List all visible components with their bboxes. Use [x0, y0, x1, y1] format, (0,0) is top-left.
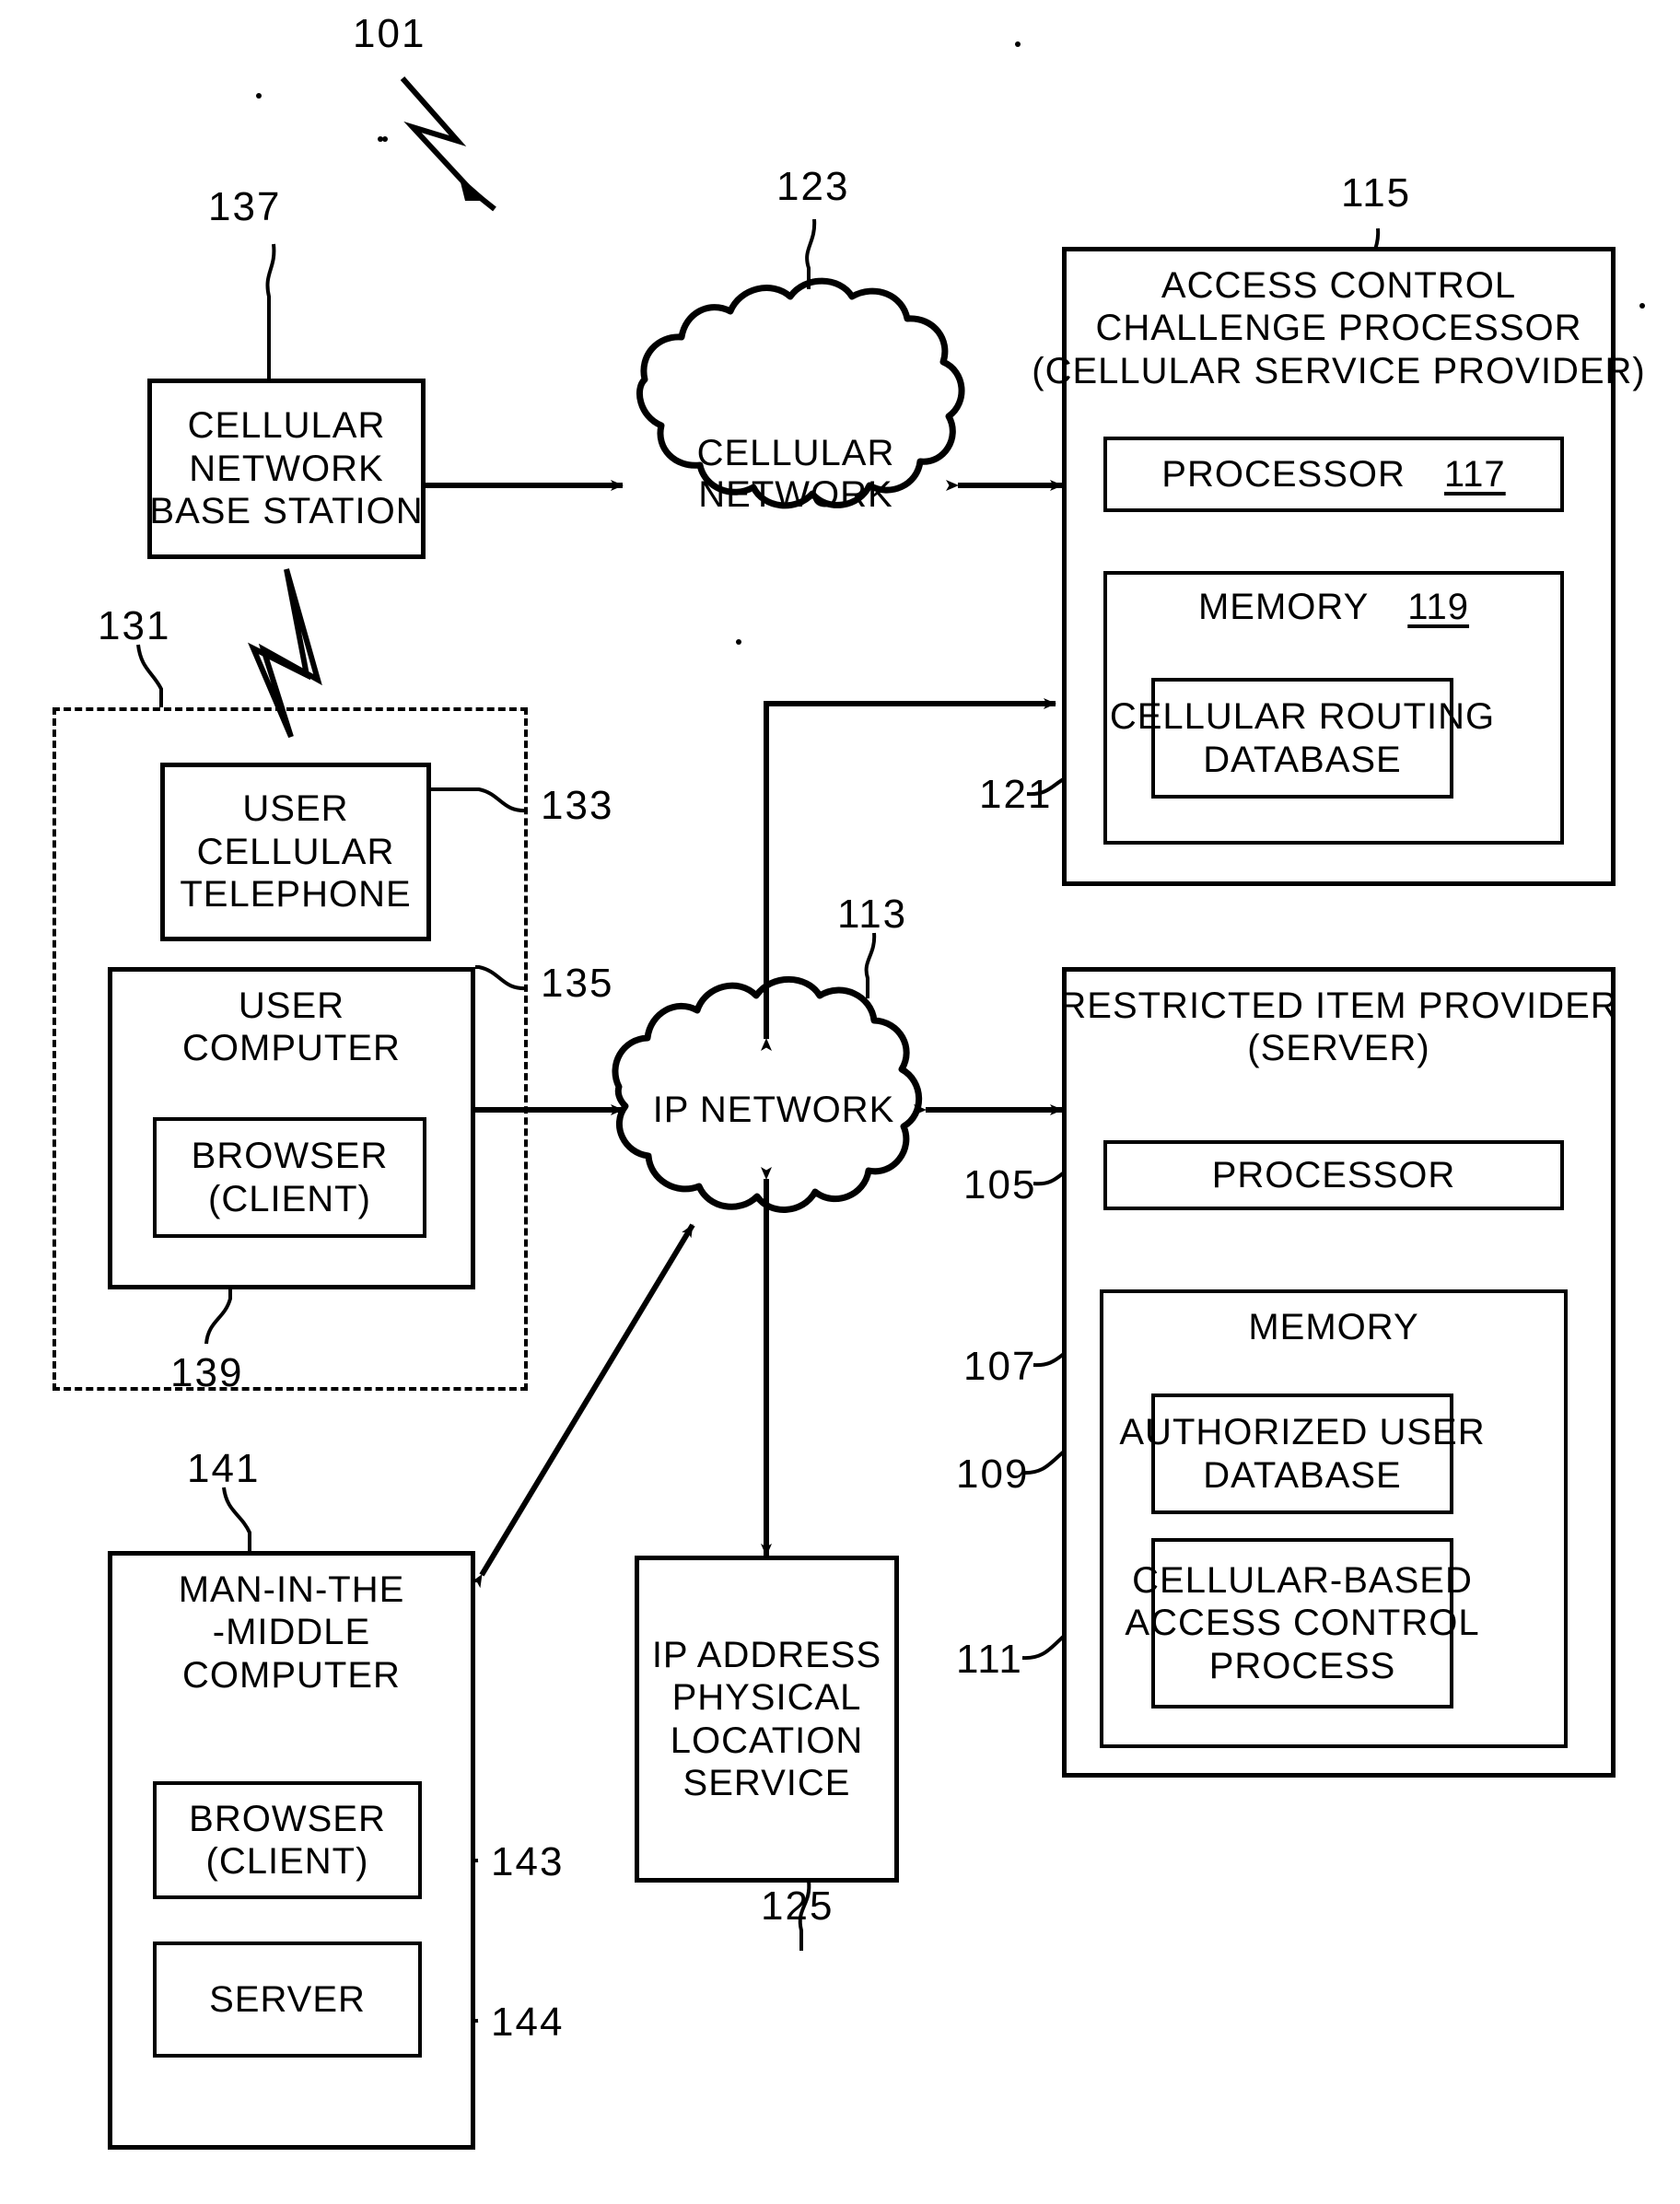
iplocsvc-line-2: PHYSICAL [671, 1677, 862, 1719]
cellular-routing-db-line-1: CELLULAR ROUTING [1109, 696, 1496, 738]
ref-141: 141 [187, 1446, 261, 1491]
ref-135: 135 [541, 961, 614, 1006]
leader-141 [222, 1487, 251, 1551]
user-browser-line-1: BROWSER [191, 1136, 389, 1177]
acp-processor-ref: 117 [1443, 453, 1506, 495]
ref-111: 111 [956, 1637, 1023, 1682]
patent-figure-page: 101 137 123 115 131 133 135 139 113 103 … [0, 0, 1680, 2204]
rip-line-1: RESTRICTED ITEM PROVIDER [1059, 985, 1618, 1026]
rip-processor-label: PROCESSOR [1211, 1154, 1456, 1195]
ref-123: 123 [776, 164, 850, 209]
leader-137 [265, 243, 276, 379]
mitm-browser-client-box[interactable]: BROWSER (CLIENT) [153, 1781, 422, 1899]
ref-125: 125 [761, 1883, 834, 1929]
rip-memory-label: MEMORY [1248, 1307, 1419, 1347]
mitm-browser-line-2: (CLIENT) [205, 1841, 369, 1882]
mitm-line-3: COMPUTER [182, 1654, 401, 1696]
ip-address-physical-location-service-box[interactable]: IP ADDRESS PHYSICAL LOCATION SERVICE [635, 1556, 899, 1883]
ref-115: 115 [1341, 170, 1412, 216]
ref-131: 131 [98, 603, 171, 648]
user-cellular-telephone-line-1: USER [242, 788, 349, 830]
acp-processor-label: PROCESSOR [1161, 453, 1406, 495]
cellular-routing-db-line-2: DATABASE [1203, 739, 1402, 780]
acp-line-2: CHALLENGE PROCESSOR [1095, 308, 1582, 349]
cbacp-line-3: PROCESS [1208, 1645, 1396, 1686]
cellular-routing-database-box[interactable]: CELLULAR ROUTING DATABASE [1110, 678, 1494, 799]
user-cellular-telephone-box[interactable]: USER CELLULAR TELEPHONE [160, 763, 431, 941]
ip-network-cloud-line-1: IP NETWORK [652, 1090, 895, 1130]
mitm-line-2: -MIDDLE [212, 1612, 371, 1653]
ref-113: 113 [837, 892, 908, 937]
leader-113 [864, 932, 877, 998]
user-cellular-telephone-line-2: CELLULAR [196, 831, 395, 872]
cellular-network-cloud-line-1: CELLULAR [696, 433, 895, 473]
authorized-user-database-box[interactable]: AUTHORIZED USER DATABASE [1119, 1394, 1485, 1514]
acp-memory-label: MEMORY [1197, 587, 1370, 627]
cellular-network-cloud-line-2: NETWORK [698, 474, 893, 515]
ref-143: 143 [491, 1839, 565, 1884]
ref-133: 133 [541, 783, 614, 828]
mitm-server-box[interactable]: SERVER [153, 1942, 422, 2058]
cellular-network-base-station-box[interactable]: CELLULAR NETWORK BASE STATION [147, 379, 426, 559]
ref-109: 109 [956, 1452, 1030, 1497]
acp-processor-box[interactable]: PROCESSOR 117 [1103, 437, 1564, 512]
figure-pointer-101 [400, 76, 472, 192]
acp-line-3: (CELLULAR SERVICE PROVIDER) [1032, 350, 1646, 391]
mitm-line-1: MAN-IN-THE [178, 1569, 405, 1610]
base-station-line-3: BASE STATION [149, 491, 424, 532]
rip-processor-box[interactable]: PROCESSOR [1103, 1140, 1564, 1210]
user-browser-line-2: (CLIENT) [208, 1178, 371, 1219]
user-computer-line-1: USER [238, 985, 345, 1026]
cellular-network-cloud-label: CELLULAR NETWORK [645, 433, 947, 516]
cbacp-line-1: CELLULAR-BASED [1132, 1559, 1473, 1601]
ip-network-cloud-label: IP NETWORK [623, 1090, 925, 1131]
base-station-line-1: CELLULAR [187, 405, 386, 447]
ref-137: 137 [208, 184, 282, 229]
rip-line-2: (SERVER) [1247, 1028, 1430, 1069]
user-computer-line-2: COMPUTER [182, 1028, 401, 1069]
user-cellular-telephone-line-3: TELEPHONE [180, 874, 412, 915]
ref-121: 121 [979, 772, 1053, 817]
ref-107: 107 [963, 1344, 1037, 1389]
user-browser-client-box[interactable]: BROWSER (CLIENT) [153, 1117, 426, 1238]
mitm-browser-line-1: BROWSER [189, 1798, 386, 1839]
cellular-based-access-control-process-box[interactable]: CELLULAR-BASED ACCESS CONTROL PROCESS [1125, 1538, 1479, 1708]
iplocsvc-line-3: LOCATION [670, 1720, 864, 1761]
base-station-line-2: NETWORK [189, 448, 384, 489]
cbacp-line-2: ACCESS CONTROL [1125, 1603, 1480, 1644]
authorized-user-db-line-1: AUTHORIZED USER [1119, 1412, 1486, 1453]
ref-101: 101 [353, 11, 426, 56]
acp-line-1: ACCESS CONTROL [1161, 265, 1517, 306]
iplocsvc-line-1: IP ADDRESS [651, 1634, 882, 1675]
leader-131 [136, 644, 163, 707]
authorized-user-db-line-2: DATABASE [1203, 1454, 1402, 1496]
ref-105: 105 [963, 1162, 1037, 1207]
ref-144: 144 [491, 2000, 565, 2045]
iplocsvc-line-4: SERVICE [682, 1762, 851, 1803]
mitm-server-line-1: SERVER [209, 1978, 366, 2020]
acp-memory-ref: 119 [1407, 587, 1470, 627]
